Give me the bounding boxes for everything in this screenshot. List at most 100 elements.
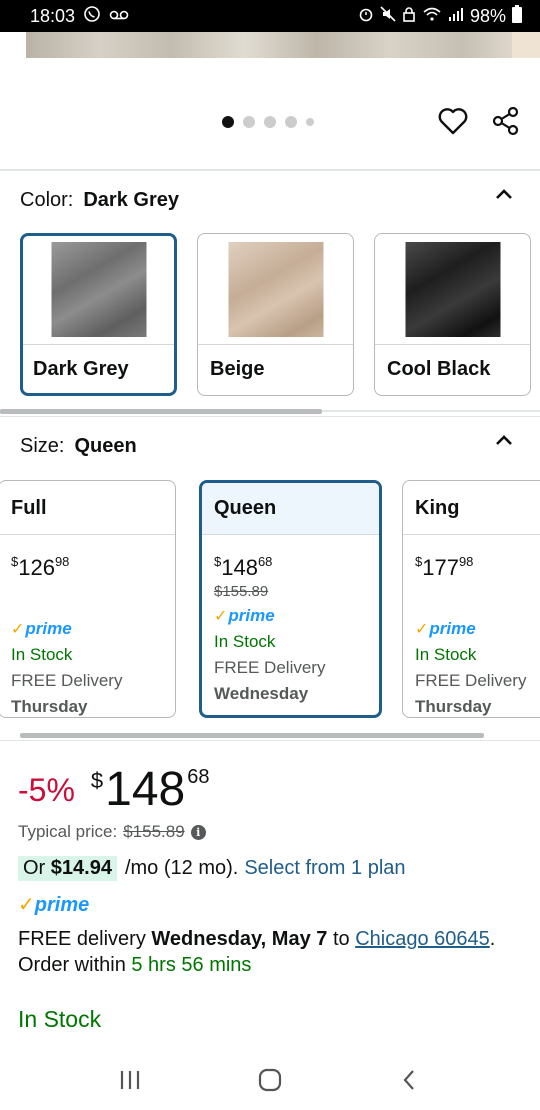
- delivery-location-link[interactable]: Chicago 60645: [355, 928, 490, 950]
- carousel-dot: [243, 116, 255, 128]
- size-option-name: Full: [0, 481, 175, 535]
- color-swatch-beige[interactable]: Beige: [197, 233, 354, 396]
- list-price: $155.89: [214, 583, 269, 600]
- swatch-label: Dark Grey: [33, 358, 129, 380]
- price-fraction: 98: [458, 554, 474, 569]
- chevron-up-icon[interactable]: [492, 429, 516, 453]
- status-time: 18:03: [30, 5, 76, 26]
- installment-amount: Or $14.94: [18, 856, 117, 881]
- stock-status: In Stock: [11, 645, 73, 664]
- alarm-icon: [358, 6, 374, 26]
- swatch-label: Beige: [210, 358, 265, 380]
- signal-icon: [448, 6, 464, 26]
- color-selected-value: Dark Grey: [83, 189, 179, 211]
- size-option-king[interactable]: King $17798 ✓ prime In Stock FREE Deliver…: [402, 480, 540, 718]
- price-fraction: 98: [54, 554, 70, 569]
- prime-label: prime: [34, 894, 90, 916]
- size-option-full[interactable]: Full $12698 ✓ prime In Stock FREE Deliver…: [0, 480, 176, 718]
- prime-label: prime: [429, 619, 476, 638]
- delivery-prefix: FREE delivery: [18, 928, 146, 950]
- prime-check-icon: ✓: [214, 608, 228, 625]
- carousel-dot: [264, 116, 276, 128]
- price-whole: 148: [221, 555, 258, 580]
- prime-label: prime: [25, 619, 72, 638]
- carousel-dot: [285, 116, 297, 128]
- home-icon[interactable]: [258, 1068, 282, 1092]
- color-scrollbar[interactable]: [0, 409, 322, 414]
- product-image-edge: [512, 32, 540, 58]
- color-section-header[interactable]: Color: Dark Grey: [20, 189, 179, 212]
- color-label: Color:: [20, 189, 74, 211]
- carousel-dot-active: [222, 116, 234, 128]
- typical-price: Typical price: $155.89 i: [18, 822, 206, 842]
- size-section-header[interactable]: Size: Queen: [20, 435, 137, 458]
- back-icon[interactable]: [398, 1068, 422, 1092]
- prime-badge: ✓prime: [415, 619, 540, 639]
- heart-icon: [438, 108, 468, 135]
- whatsapp-icon: [83, 5, 101, 27]
- plan-term: /mo (12 mo).: [124, 857, 239, 879]
- chevron-up-icon[interactable]: [492, 183, 516, 207]
- delivery-info: FREE delivery Wednesday, May 7 to Chicag…: [18, 928, 496, 976]
- stock-status: In Stock: [214, 632, 276, 651]
- plan-amount: $14.94: [50, 857, 112, 879]
- swatch-image: [405, 242, 500, 337]
- size-label: Size:: [20, 435, 65, 457]
- delivery-date: Wednesday, May 7: [151, 928, 328, 950]
- size-option-name: Queen: [202, 483, 379, 535]
- section-divider: [0, 416, 540, 417]
- price-whole: 126: [18, 555, 55, 580]
- delivery-label: FREE Delivery: [214, 658, 326, 677]
- stock-status: In Stock: [415, 645, 477, 664]
- plan-prefix: Or: [23, 857, 46, 879]
- status-bar: 18:03 98%: [0, 0, 540, 32]
- system-nav-bar: [0, 1050, 540, 1110]
- swatch-separator: [23, 344, 174, 345]
- typical-price-label: Typical price:: [18, 822, 118, 841]
- section-divider: [0, 169, 540, 171]
- size-option-price: $17798: [415, 549, 540, 581]
- mute-icon: [380, 6, 396, 26]
- delivery-day: Thursday: [415, 697, 492, 716]
- size-option-queen[interactable]: Queen $14868 $155.89 ✓ prime In Stock FRE…: [199, 480, 382, 718]
- info-icon[interactable]: i: [190, 824, 206, 840]
- color-swatch-dark-grey[interactable]: Dark Grey: [20, 233, 177, 396]
- recent-apps-icon[interactable]: [118, 1069, 142, 1091]
- select-plan-link[interactable]: Select from 1 plan: [244, 857, 405, 880]
- share-icon: [492, 106, 519, 136]
- price-symbol: $: [90, 768, 104, 793]
- size-option-name: King: [403, 481, 540, 535]
- lock-icon: [402, 6, 416, 26]
- swatch-separator: [198, 344, 353, 345]
- color-swatch-cool-black[interactable]: Cool Black: [374, 233, 531, 396]
- size-option-price: $14868: [214, 549, 379, 581]
- delivery-label: FREE Delivery: [415, 671, 527, 690]
- order-within-label: Order within: [18, 954, 126, 976]
- typical-price-value: $155.89: [123, 822, 185, 841]
- prime-badge: ✓prime: [214, 606, 379, 626]
- swatch-separator: [375, 344, 530, 345]
- swatch-image: [228, 242, 323, 337]
- battery-icon: [512, 5, 522, 27]
- buybox-price: -5% $ 148 68: [18, 766, 210, 814]
- wishlist-button[interactable]: [436, 104, 470, 138]
- stock-status: In Stock: [18, 1006, 102, 1032]
- prime-label: prime: [228, 606, 275, 625]
- swatch-image: [51, 242, 146, 337]
- price-fraction: 68: [187, 766, 210, 788]
- order-within-time: 5 hrs 56 mins: [131, 954, 252, 976]
- price-whole: 177: [422, 555, 459, 580]
- size-scrollbar[interactable]: [20, 733, 484, 738]
- prime-badge: ✓prime: [18, 892, 89, 917]
- section-divider: [0, 740, 540, 741]
- price-fraction: 68: [257, 554, 273, 569]
- carousel-dots: [222, 116, 314, 128]
- voicemail-icon: [109, 8, 129, 25]
- delivery-label: FREE Delivery: [11, 671, 123, 690]
- product-image[interactable]: [26, 32, 512, 58]
- battery-percent: 98%: [469, 5, 506, 26]
- prime-badge: ✓prime: [11, 619, 175, 639]
- share-button[interactable]: [489, 104, 523, 138]
- installment-plan: Or $14.94 /mo (12 mo). Select from 1 pla…: [18, 856, 406, 881]
- discount-percent: -5%: [18, 772, 75, 808]
